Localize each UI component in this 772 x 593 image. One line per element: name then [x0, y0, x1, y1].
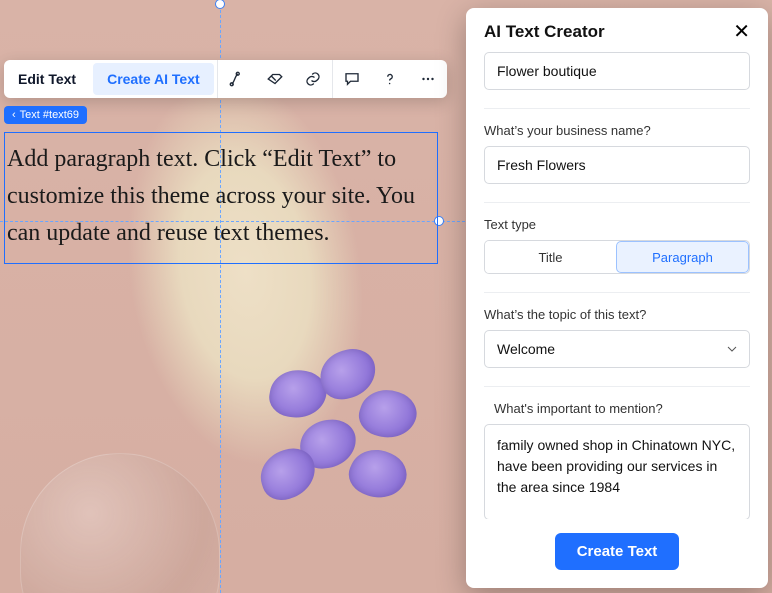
selected-element-tag[interactable]: ‹ Text #text69 [4, 106, 87, 124]
create-ai-text-button[interactable]: Create AI Text [93, 63, 214, 95]
business-name-label: What’s your business name? [484, 123, 750, 138]
text-type-option-title[interactable]: Title [485, 241, 616, 273]
text-type-option-paragraph[interactable]: Paragraph [616, 241, 749, 273]
important-textarea[interactable] [484, 424, 750, 519]
topic-label: What’s the topic of this text? [484, 307, 750, 322]
section-divider [484, 292, 750, 293]
text-type-segmented: Title Paragraph [484, 240, 750, 274]
more-icon[interactable] [409, 60, 447, 98]
panel-title: AI Text Creator [484, 22, 605, 42]
element-tag-label: Text #text69 [20, 109, 79, 121]
animation-icon[interactable] [218, 60, 256, 98]
business-name-input[interactable] [484, 146, 750, 184]
help-icon[interactable] [371, 60, 409, 98]
decor-orchid [240, 330, 480, 570]
important-label: What's important to mention? [494, 401, 750, 416]
edit-text-button[interactable]: Edit Text [4, 60, 90, 98]
section-divider [484, 108, 750, 109]
selected-text-block[interactable]: Add paragraph text. Click “Edit Text” to… [4, 132, 438, 264]
resize-handle-top[interactable] [215, 0, 225, 9]
business-type-input[interactable] [484, 52, 750, 90]
tags-icon[interactable] [256, 60, 294, 98]
create-text-button[interactable]: Create Text [555, 533, 680, 570]
ai-text-creator-panel: AI Text Creator ✕ What’s your business n… [466, 8, 768, 588]
comment-icon[interactable] [333, 60, 371, 98]
topic-select[interactable]: Welcome [484, 330, 750, 368]
link-icon[interactable] [294, 60, 332, 98]
text-type-label: Text type [484, 217, 750, 232]
section-divider [484, 202, 750, 203]
section-divider [484, 386, 750, 387]
element-toolbar: Edit Text Create AI Text [4, 60, 447, 98]
close-icon[interactable]: ✕ [733, 22, 750, 42]
chevron-left-icon: ‹ [12, 109, 16, 121]
